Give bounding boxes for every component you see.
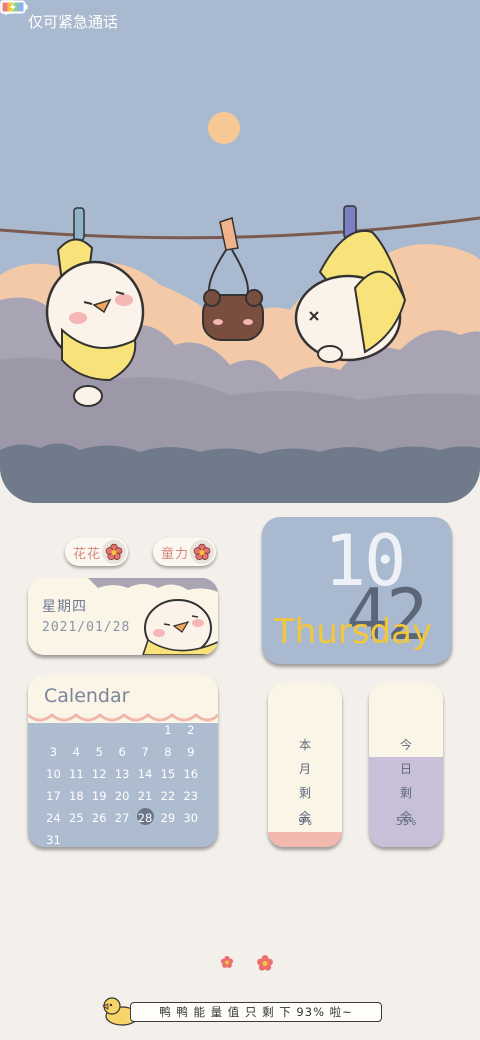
calendar-day[interactable]: 31 [42, 833, 65, 847]
month-char-3: 剩 [298, 786, 311, 800]
calendar-day[interactable]: 5 [88, 745, 111, 759]
calendar-title: Calendar [44, 685, 130, 707]
calendar-day[interactable]: 2 [179, 723, 202, 737]
flower-icon [102, 540, 126, 564]
tag-right-label: 童力 [161, 546, 190, 562]
day-remaining-widget[interactable]: 今 日 剩 余 55% [369, 683, 443, 847]
calendar-week-row: 17 18 19 20 21 22 23 [42, 785, 214, 807]
day-char-3: 剩 [399, 786, 412, 800]
calendar-day[interactable]: 23 [179, 789, 202, 803]
page-indicator [220, 954, 274, 976]
calendar-day[interactable]: 24 [42, 811, 65, 825]
month-char-1: 本 [298, 738, 311, 752]
calendar-day[interactable]: 16 [179, 767, 202, 781]
calendar-day[interactable]: 26 [88, 811, 111, 825]
duck-energy-widget[interactable]: 鸭 鸭 能 量 值 只 剩 下 93% 啦~ [100, 994, 382, 1026]
date-label: 2021/01/28 [42, 620, 131, 635]
calendar-week-row: 3456789 [42, 741, 214, 763]
month-remaining-fill [268, 832, 342, 847]
wallpaper-illustration [0, 0, 480, 503]
calendar-week-row: 24 25 26 27 28 29 30 [42, 807, 214, 829]
calendar-day[interactable]: 25 [65, 811, 88, 825]
calendar-day[interactable]: 12 [88, 767, 111, 781]
calendar-day[interactable]: 13 [111, 767, 134, 781]
calendar-day[interactable]: 4 [65, 745, 88, 759]
day-remaining-percent: 55% [396, 815, 416, 828]
status-bar: 仅可紧急通话 [0, 0, 480, 42]
calendar-day[interactable]: 22 [156, 789, 179, 803]
date-widget[interactable]: 星期四 2021/01/28 [28, 578, 218, 655]
calendar-day[interactable]: 15 [156, 767, 179, 781]
tag-pill-left[interactable]: 花花 [65, 538, 128, 566]
calendar-day[interactable]: 8 [156, 745, 179, 759]
calendar-day-today[interactable]: 28 [134, 808, 157, 825]
calendar-day[interactable]: 14 [134, 767, 157, 781]
weekday-label: 星期四 [42, 599, 87, 615]
clock-widget[interactable]: 10 42 Thursday [262, 517, 452, 664]
clock-day-name: Thursday [274, 612, 433, 652]
tag-pill-right[interactable]: 童力 [153, 538, 216, 566]
calendar-header: Calendar [28, 675, 218, 723]
calendar-day[interactable]: 18 [65, 789, 88, 803]
tag-left-label: 花花 [73, 546, 102, 562]
day-char-1: 今 [399, 738, 412, 752]
month-remaining-widget[interactable]: 本 月 剩 余 9% [268, 683, 342, 847]
calendar-day[interactable]: 9 [179, 745, 202, 759]
calendar-day[interactable]: 1 [156, 723, 179, 737]
flower-dot-icon [256, 954, 274, 976]
calendar-day[interactable]: 29 [156, 811, 179, 825]
calendar-day[interactable]: 21 [134, 789, 157, 803]
calendar-day[interactable]: 10 [42, 767, 65, 781]
calendar-week-row: 12 [42, 719, 214, 741]
calendar-day[interactable]: 11 [65, 767, 88, 781]
calendar-day[interactable]: 17 [42, 789, 65, 803]
calendar-week-row: 10 11 12 13 14 15 16 [42, 763, 214, 785]
calendar-day[interactable]: 6 [111, 745, 134, 759]
month-remaining-percent: 9% [298, 815, 312, 828]
wallpaper-hero: 仅可紧急通话 [0, 0, 480, 503]
calendar-day[interactable]: 3 [42, 745, 65, 759]
calendar-day[interactable]: 19 [88, 789, 111, 803]
energy-status-text: 鸭 鸭 能 量 值 只 剩 下 93% 啦~ [130, 1002, 382, 1022]
calendar-grid: 1 2 3 4 5 6 7 8 9 10 11 12 13 14 15 16 17 18 19 20 21 22 23 24 2… [42, 719, 214, 847]
calendar-widget[interactable]: Calendar 1 2 3 4 5 6 7 8 9 10 11 12 13 14 15 16 17 18 19 20… [28, 675, 218, 847]
calendar-day[interactable]: 7 [134, 745, 157, 759]
day-char-2: 日 [399, 762, 412, 776]
flower-icon [190, 540, 214, 564]
flower-dot-icon [220, 954, 234, 976]
carrier-status-text: 仅可紧急通话 [28, 12, 119, 31]
calendar-day[interactable]: 20 [111, 789, 134, 803]
duck-peek-illustration [88, 578, 218, 655]
calendar-day[interactable]: 27 [111, 811, 134, 825]
calendar-day[interactable]: 30 [179, 811, 202, 825]
calendar-week-row: 31 [42, 829, 214, 847]
month-char-2: 月 [298, 762, 311, 776]
